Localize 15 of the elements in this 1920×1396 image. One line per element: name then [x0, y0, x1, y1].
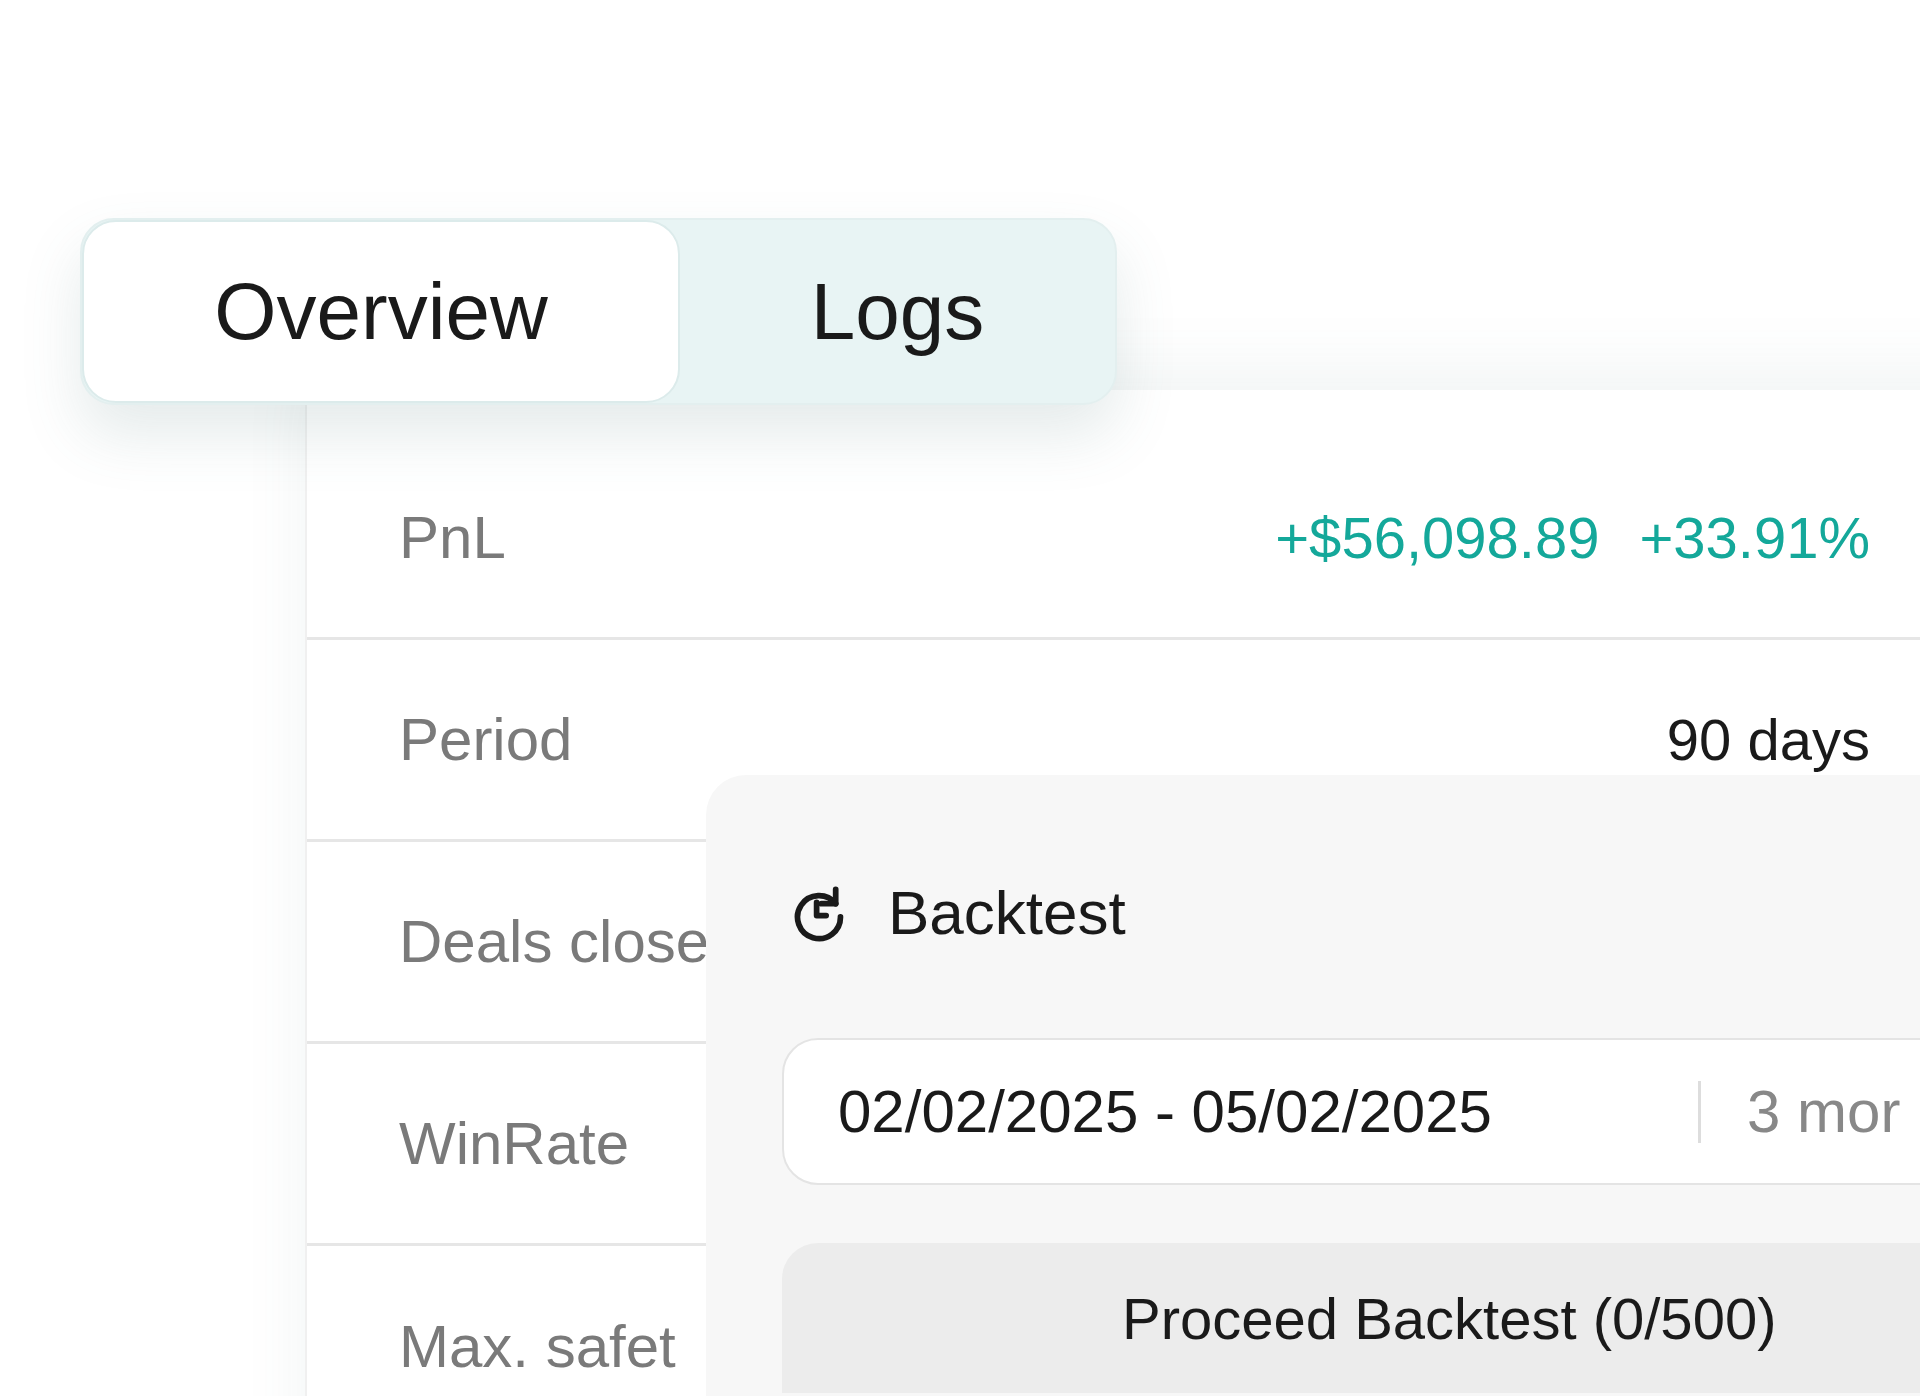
backtest-title: Backtest — [888, 876, 1126, 949]
stat-label: WinRate — [399, 1108, 630, 1179]
stat-label: Period — [399, 704, 573, 775]
tab[interactable]: Logs — [680, 220, 1115, 403]
stat-value: 90 days — [1666, 706, 1870, 774]
stat-label: Max. safet — [399, 1312, 676, 1382]
date-range-text: 02/02/2025 - 05/02/2025 — [838, 1076, 1493, 1147]
stat-value: +33.91% — [1639, 504, 1870, 572]
tab[interactable]: Overview — [82, 220, 680, 403]
duration-text: 3 mor — [1747, 1076, 1901, 1147]
stat-value: +$56,098.89 — [1275, 504, 1600, 572]
date-range-field[interactable]: 02/02/2025 - 05/02/2025 3 mor — [782, 1038, 1920, 1185]
proceed-backtest-button[interactable]: Proceed Backtest (0/500) — [782, 1243, 1920, 1393]
stat-label: Deals close — [399, 906, 710, 977]
stat-label: PnL — [399, 502, 506, 573]
